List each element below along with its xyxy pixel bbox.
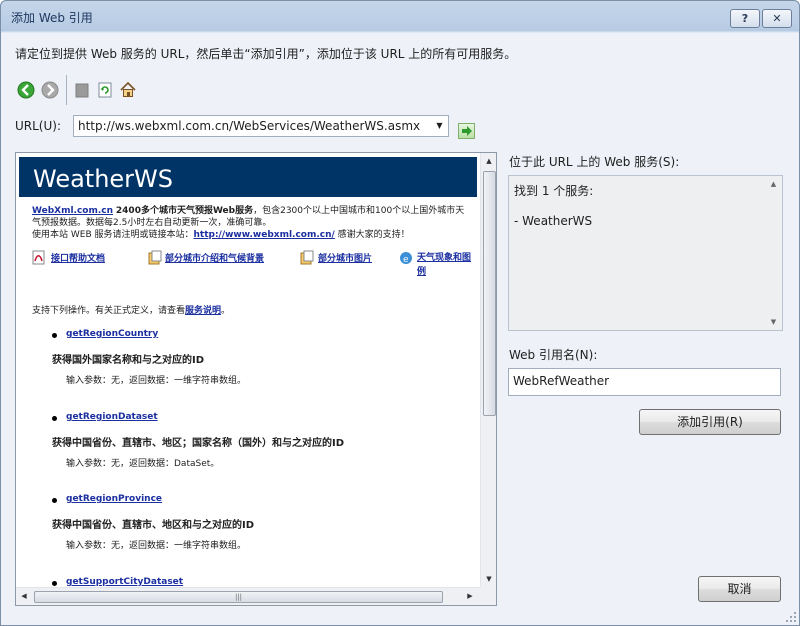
scroll-up-icon[interactable]: ▲ bbox=[481, 153, 496, 169]
scroll-left-icon[interactable]: ◀ bbox=[16, 588, 32, 605]
dialog-content: 请定位到提供 Web 服务的 URL，然后单击“添加引用”，添加位于该 URL … bbox=[1, 33, 799, 625]
doc-link-cities[interactable]: 部分城市介绍和气候背景 bbox=[165, 251, 264, 264]
webxml-link[interactable]: WebXml.com.cn bbox=[32, 206, 113, 216]
services-list[interactable]: 找到 1 个服务: - WeatherWS ▲ ▼ bbox=[508, 175, 783, 331]
page-title: WeatherWS bbox=[33, 165, 174, 193]
horizontal-scroll-thumb[interactable]: ||| bbox=[34, 591, 443, 603]
bullet bbox=[52, 333, 57, 338]
document-icon bbox=[148, 250, 162, 265]
page-intro: WebXml.com.cn 2400多个城市天气预报Web服务，包含2300个以… bbox=[32, 205, 472, 241]
ie-icon: e bbox=[400, 252, 412, 265]
intro-bold: 2400多个城市天气预报Web服务 bbox=[115, 206, 254, 216]
service-description-link[interactable]: 服务说明 bbox=[185, 306, 221, 316]
webxml-url-link[interactable]: http://www.webxml.com.cn/ bbox=[193, 230, 334, 240]
doc-link-pictures[interactable]: 部分城市图片 bbox=[318, 251, 372, 264]
refresh-icon[interactable] bbox=[96, 81, 114, 99]
resize-grip-icon[interactable] bbox=[785, 611, 797, 623]
url-value[interactable]: http://ws.webxml.com.cn/WebServices/Weat… bbox=[78, 119, 420, 133]
operation-params: 输入参数：无，返回数据：一维字符串数组。 bbox=[66, 376, 247, 386]
support-suffix: 。 bbox=[221, 306, 231, 316]
web-browser-pane[interactable]: WeatherWS WebXml.com.cn 2400多个城市天气预报Web服… bbox=[15, 152, 497, 606]
toolbar-separator bbox=[66, 75, 67, 105]
navigation-toolbar bbox=[15, 75, 175, 105]
close-button[interactable]: ✕ bbox=[762, 9, 792, 28]
back-arrow-icon[interactable] bbox=[17, 81, 35, 99]
doc-link-legend[interactable]: 天气现象和图例 bbox=[417, 251, 475, 279]
svg-text:e: e bbox=[403, 255, 409, 265]
home-icon[interactable] bbox=[119, 81, 137, 99]
help-button[interactable]: ? bbox=[730, 9, 760, 28]
scroll-down-icon[interactable]: ▼ bbox=[481, 571, 496, 587]
scroll-down-icon[interactable]: ▼ bbox=[765, 314, 782, 330]
go-arrow-icon[interactable] bbox=[458, 123, 475, 139]
cancel-button[interactable]: 取消 bbox=[698, 576, 781, 602]
operation-link[interactable]: getRegionProvince bbox=[66, 494, 162, 504]
intro-line2-suffix: 感谢大家的支持！ bbox=[334, 230, 410, 240]
operation-desc: 获得中国省份、直辖市、地区；国家名称（国外）和与之对应的ID bbox=[52, 438, 345, 449]
doc-link-help[interactable]: 接口帮助文档 bbox=[51, 251, 105, 264]
bullet bbox=[52, 498, 57, 503]
support-text: 支持下列操作。有关正式定义，请查看服务说明。 bbox=[32, 303, 230, 316]
reference-name-input[interactable]: WebRefWeather bbox=[508, 368, 781, 396]
reference-name-value[interactable]: WebRefWeather bbox=[513, 374, 609, 388]
add-reference-button[interactable]: 添加引用(R) bbox=[639, 409, 781, 435]
operation-link[interactable]: getRegionCountry bbox=[66, 329, 158, 339]
forward-arrow-icon[interactable] bbox=[41, 81, 59, 99]
browser-vertical-scrollbar[interactable]: ▲ ▼ bbox=[480, 153, 496, 587]
operation-link[interactable]: getRegionDataset bbox=[66, 412, 158, 422]
service-item: - WeatherWS bbox=[514, 214, 593, 228]
reference-name-label: Web 引用名(N): bbox=[509, 348, 598, 362]
stop-icon[interactable] bbox=[73, 81, 91, 99]
operation-params: 输入参数：无，返回数据：DataSet。 bbox=[66, 459, 220, 469]
document-icon bbox=[300, 250, 314, 265]
operation-link[interactable]: getSupportCityDataset bbox=[66, 577, 183, 587]
scroll-up-icon[interactable]: ▲ bbox=[765, 176, 782, 192]
vertical-scroll-thumb[interactable] bbox=[483, 171, 496, 416]
support-prefix: 支持下列操作。有关正式定义，请查看 bbox=[32, 306, 186, 316]
bullet bbox=[52, 416, 57, 421]
url-label: URL(U): bbox=[15, 119, 61, 133]
instruction-text: 请定位到提供 Web 服务的 URL，然后单击“添加引用”，添加位于该 URL … bbox=[15, 47, 517, 61]
add-web-reference-dialog: 添加 Web 引用 ? ✕ 请定位到提供 Web 服务的 URL，然后单击“添加… bbox=[0, 0, 800, 626]
page-header: WeatherWS bbox=[19, 157, 477, 197]
browser-horizontal-scrollbar[interactable]: ◀ ||| ▶ bbox=[16, 587, 480, 605]
doc-links-row: 接口帮助文档 部分城市介绍和气候背景 部分城市图片 e 天气现象和图例 bbox=[32, 250, 475, 281]
url-combobox[interactable]: http://ws.webxml.com.cn/WebServices/Weat… bbox=[73, 115, 449, 137]
services-scrollbar[interactable]: ▲ ▼ bbox=[765, 176, 782, 330]
scroll-right-icon[interactable]: ▶ bbox=[462, 588, 478, 605]
bullet bbox=[52, 581, 57, 586]
operation-desc: 获得国外国家名称和与之对应的ID bbox=[52, 355, 205, 366]
services-label: 位于此 URL 上的 Web 服务(S): bbox=[509, 155, 680, 169]
operation-desc: 获得中国省份、直辖市、地区和与之对应的ID bbox=[52, 520, 255, 531]
intro-line2-prefix: 使用本站 WEB 服务请注明或链接本站： bbox=[32, 230, 194, 240]
title-bar: 添加 Web 引用 ? ✕ bbox=[1, 1, 799, 33]
scroll-corner bbox=[480, 587, 496, 605]
services-found-text: 找到 1 个服务: bbox=[514, 184, 594, 198]
pdf-icon bbox=[32, 250, 45, 265]
operation-params: 输入参数：无，返回数据：一维字符串数组。 bbox=[66, 541, 247, 551]
window-title: 添加 Web 引用 bbox=[11, 11, 93, 25]
service-page: WeatherWS WebXml.com.cn 2400多个城市天气预报Web服… bbox=[16, 153, 480, 587]
chevron-down-icon[interactable]: ▼ bbox=[431, 116, 448, 136]
